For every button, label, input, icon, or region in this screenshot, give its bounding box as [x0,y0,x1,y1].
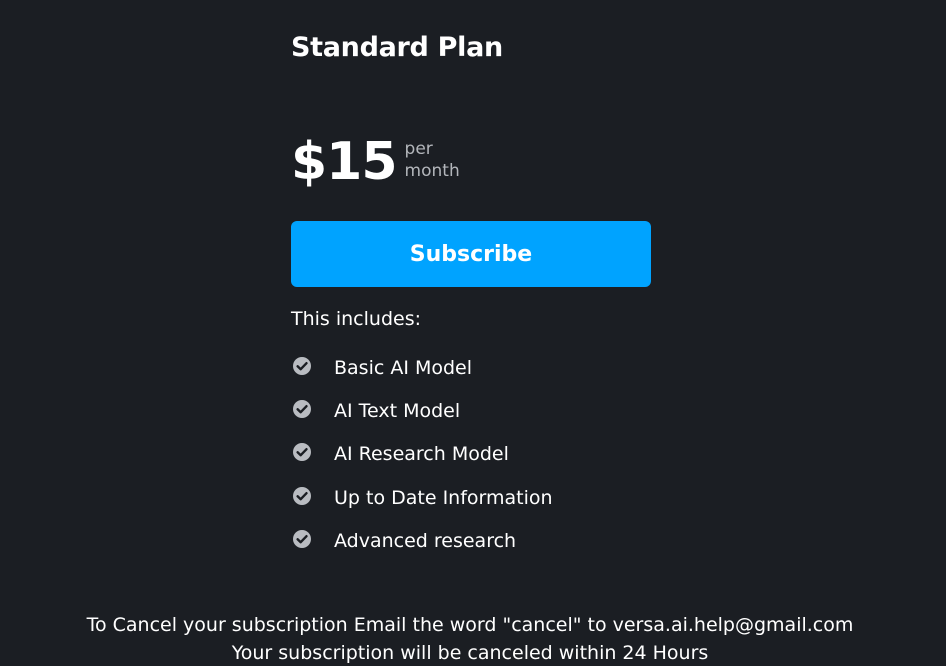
feature-label: Advanced research [334,529,517,552]
check-circle-icon [293,356,311,375]
feature-label: AI Research Model [334,443,509,466]
feature-item: Advanced research [291,519,553,562]
price-unit: per month [405,138,460,182]
check-circle-icon [293,443,311,462]
subscribe-button[interactable]: Subscribe [291,221,651,287]
feature-item: Basic AI Model [291,346,553,389]
feature-list: Basic AI Model AI Text Model AI Research… [291,346,553,562]
feature-item: Up to Date Information [291,476,553,519]
plan-title: Standard Plan [291,32,503,63]
check-circle-icon [293,399,311,418]
price-row: $15 per month [291,134,460,190]
cancel-timeline: Your subscription will be canceled withi… [231,642,709,664]
feature-item: AI Research Model [291,433,553,476]
feature-item: AI Text Model [291,389,553,432]
plan-card: Standard Plan $15 per month Subscribe Th… [291,28,651,552]
plan-price: $15 [291,132,398,192]
check-circle-icon [293,529,311,548]
includes-label: This includes: [291,308,422,330]
check-circle-icon [293,486,311,505]
pricing-page: Standard Plan $15 per month Subscribe Th… [0,0,946,666]
cancel-notice: To Cancel your subscription Email the wo… [0,611,940,666]
cancel-instructions: To Cancel your subscription Email the wo… [86,614,854,636]
price-unit-month: month [404,161,460,181]
feature-label: AI Text Model [334,399,461,422]
price-unit-per: per [404,139,433,159]
feature-label: Basic AI Model [334,356,473,379]
feature-label: Up to Date Information [334,486,553,509]
